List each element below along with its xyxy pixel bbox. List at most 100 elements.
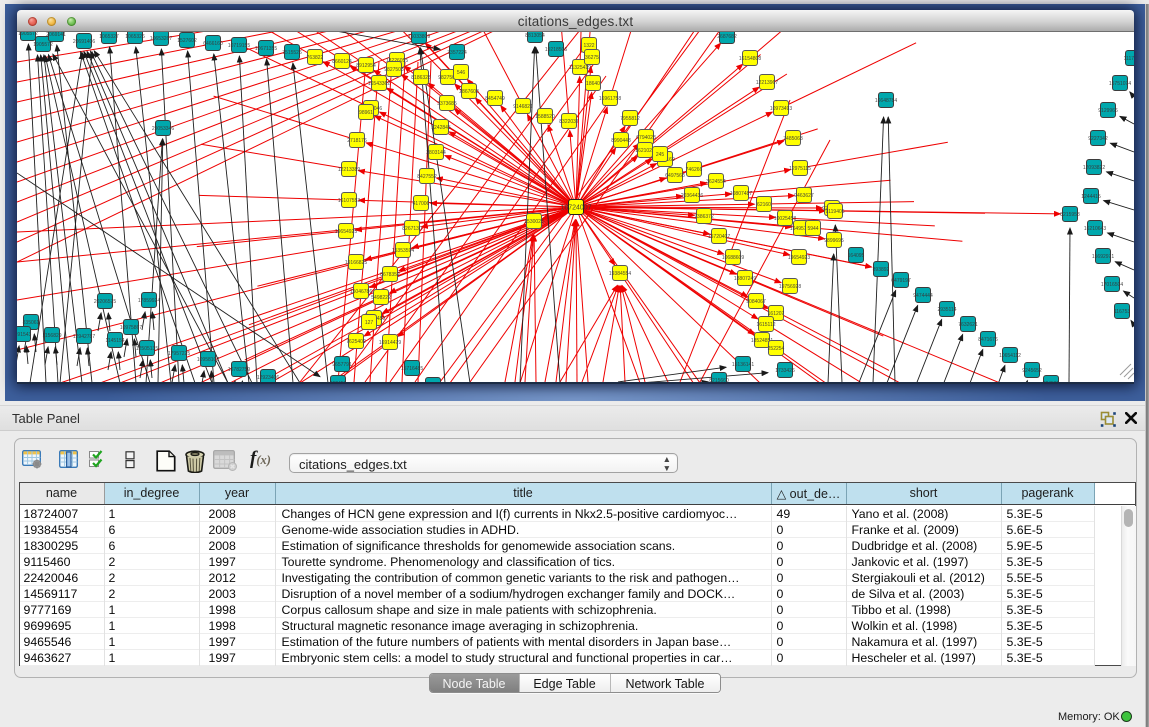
svg-text:8215660: 8215660 bbox=[709, 378, 729, 382]
svg-text:3373685: 3373685 bbox=[437, 101, 457, 107]
svg-text:2867608: 2867608 bbox=[459, 89, 479, 95]
svg-text:9827503: 9827503 bbox=[384, 67, 404, 73]
svg-text:245: 245 bbox=[656, 152, 665, 158]
svg-text:19218506: 19218506 bbox=[545, 47, 567, 53]
svg-text:2687682: 2687682 bbox=[717, 34, 737, 40]
svg-text:10973493: 10973493 bbox=[770, 106, 792, 112]
svg-text:8427552: 8427552 bbox=[417, 174, 437, 180]
svg-text:19654925: 19654925 bbox=[335, 229, 357, 235]
svg-text:11325419: 11325419 bbox=[569, 65, 591, 71]
svg-text:5498222: 5498222 bbox=[371, 295, 391, 301]
svg-text:7357224: 7357224 bbox=[447, 50, 467, 56]
svg-text:20364436: 20364436 bbox=[681, 193, 703, 199]
svg-text:8186328: 8186328 bbox=[411, 75, 431, 81]
svg-text:1156829: 1156829 bbox=[42, 333, 61, 339]
svg-text:391543: 391543 bbox=[17, 332, 32, 338]
svg-text:6497568: 6497568 bbox=[665, 173, 685, 179]
svg-text:9463627: 9463627 bbox=[794, 193, 814, 199]
svg-text:19384554: 19384554 bbox=[609, 271, 631, 277]
svg-text:1733426: 1733426 bbox=[775, 368, 795, 374]
svg-text:1065327: 1065327 bbox=[99, 34, 119, 40]
svg-text:18640: 18640 bbox=[586, 81, 600, 87]
svg-text:2069141: 2069141 bbox=[46, 32, 66, 38]
svg-text:8660124: 8660124 bbox=[332, 59, 352, 65]
svg-text:7955812: 7955812 bbox=[620, 116, 640, 122]
svg-text:15720407: 15720407 bbox=[708, 234, 730, 240]
svg-text:19756928: 19756928 bbox=[779, 284, 801, 290]
svg-text:17859924: 17859924 bbox=[138, 298, 160, 304]
svg-text:15692971: 15692971 bbox=[1092, 254, 1114, 260]
svg-text:893892: 893892 bbox=[873, 267, 890, 273]
svg-text:10975867: 10975867 bbox=[120, 325, 142, 331]
svg-text:9227342: 9227342 bbox=[1088, 136, 1108, 142]
svg-text:7515526: 7515526 bbox=[282, 50, 302, 56]
svg-text:8678352: 8678352 bbox=[380, 272, 400, 278]
svg-text:962450: 962450 bbox=[330, 381, 347, 382]
svg-text:7386372: 7386372 bbox=[694, 214, 714, 220]
svg-text:924565: 924565 bbox=[1043, 381, 1060, 382]
svg-text:16914479: 16914479 bbox=[379, 340, 401, 346]
svg-text:1905572: 1905572 bbox=[33, 42, 53, 48]
svg-text:16154808: 16154808 bbox=[739, 56, 761, 62]
svg-text:9245652: 9245652 bbox=[1022, 368, 1042, 374]
svg-text:7632621: 7632621 bbox=[958, 322, 978, 328]
svg-text:15751074: 15751074 bbox=[1109, 81, 1131, 87]
svg-text:17016504: 17016504 bbox=[1101, 282, 1123, 288]
svg-text:8912954: 8912954 bbox=[356, 63, 376, 69]
svg-text:9146821: 9146821 bbox=[513, 104, 533, 110]
svg-text:10653267: 10653267 bbox=[150, 36, 172, 42]
svg-text:9084067: 9084067 bbox=[746, 299, 766, 305]
svg-text:18807249: 18807249 bbox=[734, 276, 756, 282]
svg-text:5944: 5944 bbox=[807, 226, 818, 232]
svg-text:252254: 252254 bbox=[768, 346, 785, 352]
svg-text:12975115: 12975115 bbox=[789, 166, 811, 172]
svg-text:16107553: 16107553 bbox=[338, 198, 360, 204]
svg-text:835061: 835061 bbox=[23, 320, 40, 326]
svg-text:10671355: 10671355 bbox=[255, 46, 277, 52]
svg-text:15046786: 15046786 bbox=[350, 289, 372, 295]
svg-text:6466160: 6466160 bbox=[203, 41, 223, 47]
svg-text:161207: 161207 bbox=[768, 311, 785, 317]
svg-text:16648784: 16648784 bbox=[875, 98, 897, 104]
svg-text:10807487: 10807487 bbox=[730, 191, 752, 197]
svg-text:12213389: 12213389 bbox=[338, 167, 360, 173]
svg-text:36275: 36275 bbox=[585, 55, 599, 61]
svg-text:12213967: 12213967 bbox=[756, 80, 778, 86]
svg-text:763822: 763822 bbox=[307, 55, 324, 61]
svg-text:16210643: 16210643 bbox=[1084, 226, 1106, 232]
svg-text:417006: 417006 bbox=[413, 201, 430, 207]
svg-text:9657791: 9657791 bbox=[332, 362, 352, 368]
svg-text:12505135: 12505135 bbox=[136, 346, 158, 352]
svg-text:18724007: 18724007 bbox=[560, 205, 591, 212]
svg-text:10958107: 10958107 bbox=[197, 357, 219, 363]
svg-text:15716485: 15716485 bbox=[401, 366, 423, 372]
svg-text:546: 546 bbox=[457, 70, 466, 76]
svg-text:16961758: 16961758 bbox=[599, 96, 621, 102]
svg-text:15136141: 15136141 bbox=[732, 362, 754, 368]
svg-text:1117404: 1117404 bbox=[1124, 56, 1134, 62]
svg-text:19166825: 19166825 bbox=[345, 260, 367, 266]
svg-text:8267130: 8267130 bbox=[402, 226, 422, 232]
svg-text:116753: 116753 bbox=[1114, 309, 1131, 315]
svg-text:20691406: 20691406 bbox=[73, 39, 95, 45]
svg-text:8322037: 8322037 bbox=[559, 119, 579, 125]
svg-text:9119405: 9119405 bbox=[825, 209, 844, 215]
svg-text:1615112: 1615112 bbox=[756, 322, 775, 328]
svg-text:12942787: 12942787 bbox=[73, 334, 95, 340]
svg-text:1621022: 1621022 bbox=[635, 148, 655, 154]
svg-text:9474444: 9474444 bbox=[913, 293, 933, 299]
svg-text:12923406: 12923406 bbox=[257, 375, 279, 381]
svg-text:3242845: 3242845 bbox=[431, 125, 451, 131]
svg-text:746266: 746266 bbox=[686, 167, 703, 173]
svg-text:8471676: 8471676 bbox=[978, 337, 998, 343]
svg-text:1588520: 1588520 bbox=[535, 114, 555, 120]
svg-text:9899695: 9899695 bbox=[824, 238, 844, 244]
svg-text:16543362: 16543362 bbox=[368, 81, 390, 87]
svg-text:8454749: 8454749 bbox=[485, 96, 505, 102]
svg-text:12093822: 12093822 bbox=[1083, 165, 1105, 171]
svg-text:127: 127 bbox=[365, 320, 374, 326]
svg-text:10025458: 10025458 bbox=[774, 216, 796, 222]
svg-text:2803144: 2803144 bbox=[426, 150, 446, 156]
svg-text:10654112: 10654112 bbox=[999, 353, 1021, 359]
svg-text:29053346: 29053346 bbox=[152, 126, 174, 132]
